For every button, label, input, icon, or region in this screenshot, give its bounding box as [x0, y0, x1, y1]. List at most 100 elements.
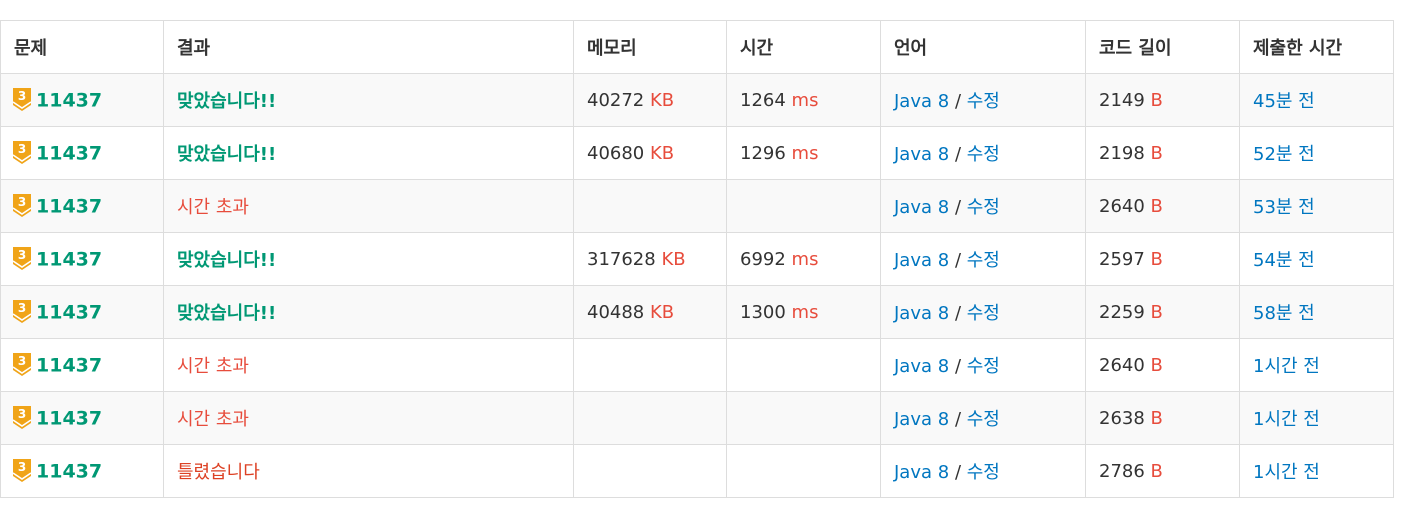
problem-link[interactable]: 11437: [36, 354, 102, 376]
time-value: 1264: [740, 89, 786, 111]
tier-badge-icon[interactable]: 3: [12, 193, 32, 218]
problem-link[interactable]: 11437: [36, 89, 102, 111]
time-value: 1300: [740, 301, 786, 323]
problem-link[interactable]: 11437: [36, 195, 102, 217]
table-row: 3 11437 시간 초과 Java 8 / 수정 2640 B 1시간 전: [0, 338, 1394, 392]
language-link[interactable]: Java 8: [894, 144, 949, 165]
table-header-row: 문제 결과 메모리 시간 언어 코드 길이 제출한 시간: [0, 20, 1394, 74]
submitted-time-link[interactable]: 52분 전: [1253, 144, 1315, 165]
problem-link[interactable]: 11437: [36, 142, 102, 164]
language-link[interactable]: Java 8: [894, 91, 949, 112]
submitted-cell: 52분 전: [1239, 126, 1394, 180]
result-text[interactable]: 맞았습니다!!: [177, 91, 276, 112]
table-row: 3 11437 틀렸습니다 Java 8 / 수정 2786 B 1시간 전: [0, 444, 1394, 498]
code-length-cell: 2259 B: [1085, 285, 1240, 339]
tier-badge-icon[interactable]: 3: [12, 246, 32, 271]
language-link[interactable]: Java 8: [894, 462, 949, 483]
memory-value: 40488: [587, 301, 645, 323]
tier-level: 3: [18, 248, 26, 262]
language-link[interactable]: Java 8: [894, 250, 949, 271]
time-unit: ms: [791, 248, 819, 270]
result-text[interactable]: 시간 초과: [177, 409, 249, 430]
code-length-value: 2638: [1099, 407, 1145, 429]
submitted-time-link[interactable]: 1시간 전: [1253, 409, 1320, 430]
result-text[interactable]: 맞았습니다!!: [177, 144, 276, 165]
result-cell: 맞았습니다!!: [163, 232, 574, 286]
memory-cell: [573, 391, 727, 445]
tier-badge-icon[interactable]: 3: [12, 87, 32, 112]
code-length-cell: 2198 B: [1085, 126, 1240, 180]
problem-cell: 3 11437: [0, 391, 164, 445]
submitted-time-link[interactable]: 58분 전: [1253, 303, 1315, 324]
result-text[interactable]: 시간 초과: [177, 356, 249, 377]
tier-level: 3: [18, 460, 26, 474]
separator: /: [954, 303, 962, 324]
table-row: 3 11437 시간 초과 Java 8 / 수정 2638 B 1시간 전: [0, 391, 1394, 445]
submitted-cell: 1시간 전: [1239, 444, 1394, 498]
memory-cell: [573, 444, 727, 498]
time-unit: ms: [791, 89, 819, 111]
tier-badge-icon[interactable]: 3: [12, 458, 32, 483]
code-length-cell: 2640 B: [1085, 179, 1240, 233]
language-link[interactable]: Java 8: [894, 197, 949, 218]
result-text[interactable]: 틀렸습니다: [177, 462, 260, 483]
code-length-cell: 2149 B: [1085, 73, 1240, 127]
result-text[interactable]: 맞았습니다!!: [177, 303, 276, 324]
submitted-cell: 58분 전: [1239, 285, 1394, 339]
language-link[interactable]: Java 8: [894, 303, 949, 324]
code-length-unit: B: [1150, 142, 1163, 164]
edit-link[interactable]: 수정: [967, 409, 1000, 430]
memory-cell: [573, 179, 727, 233]
table-row: 3 11437 맞았습니다!! 40488 KB 1300 ms Java 8 …: [0, 285, 1394, 339]
result-cell: 시간 초과: [163, 391, 574, 445]
submitted-time-link[interactable]: 1시간 전: [1253, 356, 1320, 377]
time-cell: [726, 338, 881, 392]
tier-badge-icon[interactable]: 3: [12, 140, 32, 165]
memory-cell: 40680 KB: [573, 126, 727, 180]
edit-link[interactable]: 수정: [967, 250, 1000, 271]
header-code-length: 코드 길이: [1085, 20, 1240, 74]
edit-link[interactable]: 수정: [967, 462, 1000, 483]
result-cell: 시간 초과: [163, 338, 574, 392]
language-cell: Java 8 / 수정: [880, 444, 1086, 498]
edit-link[interactable]: 수정: [967, 91, 1000, 112]
tier-badge-icon[interactable]: 3: [12, 352, 32, 377]
problem-cell: 3 11437: [0, 285, 164, 339]
edit-link[interactable]: 수정: [967, 144, 1000, 165]
code-length-cell: 2786 B: [1085, 444, 1240, 498]
problem-link[interactable]: 11437: [36, 248, 102, 270]
code-length-value: 2640: [1099, 195, 1145, 217]
memory-value: 40272: [587, 89, 645, 111]
code-length-unit: B: [1150, 89, 1163, 111]
problem-cell: 3 11437: [0, 338, 164, 392]
submitted-cell: 1시간 전: [1239, 391, 1394, 445]
edit-link[interactable]: 수정: [967, 197, 1000, 218]
submitted-time-link[interactable]: 1시간 전: [1253, 462, 1320, 483]
edit-link[interactable]: 수정: [967, 356, 1000, 377]
code-length-unit: B: [1150, 301, 1163, 323]
table-row: 3 11437 시간 초과 Java 8 / 수정 2640 B 53분 전: [0, 179, 1394, 233]
code-length-unit: B: [1150, 407, 1163, 429]
separator: /: [954, 197, 962, 218]
separator: /: [954, 409, 962, 430]
problem-link[interactable]: 11437: [36, 460, 102, 482]
language-link[interactable]: Java 8: [894, 356, 949, 377]
problem-link[interactable]: 11437: [36, 301, 102, 323]
result-cell: 틀렸습니다: [163, 444, 574, 498]
code-length-value: 2198: [1099, 142, 1145, 164]
submitted-time-link[interactable]: 45분 전: [1253, 91, 1315, 112]
language-cell: Java 8 / 수정: [880, 232, 1086, 286]
result-text[interactable]: 시간 초과: [177, 197, 249, 218]
submitted-cell: 45분 전: [1239, 73, 1394, 127]
edit-link[interactable]: 수정: [967, 303, 1000, 324]
submitted-time-link[interactable]: 54분 전: [1253, 250, 1315, 271]
result-text[interactable]: 맞았습니다!!: [177, 250, 276, 271]
problem-link[interactable]: 11437: [36, 407, 102, 429]
language-link[interactable]: Java 8: [894, 409, 949, 430]
code-length-value: 2640: [1099, 354, 1145, 376]
tier-badge-icon[interactable]: 3: [12, 299, 32, 324]
memory-value: 317628: [587, 248, 656, 270]
submitted-cell: 53분 전: [1239, 179, 1394, 233]
submitted-time-link[interactable]: 53분 전: [1253, 197, 1315, 218]
tier-badge-icon[interactable]: 3: [12, 405, 32, 430]
